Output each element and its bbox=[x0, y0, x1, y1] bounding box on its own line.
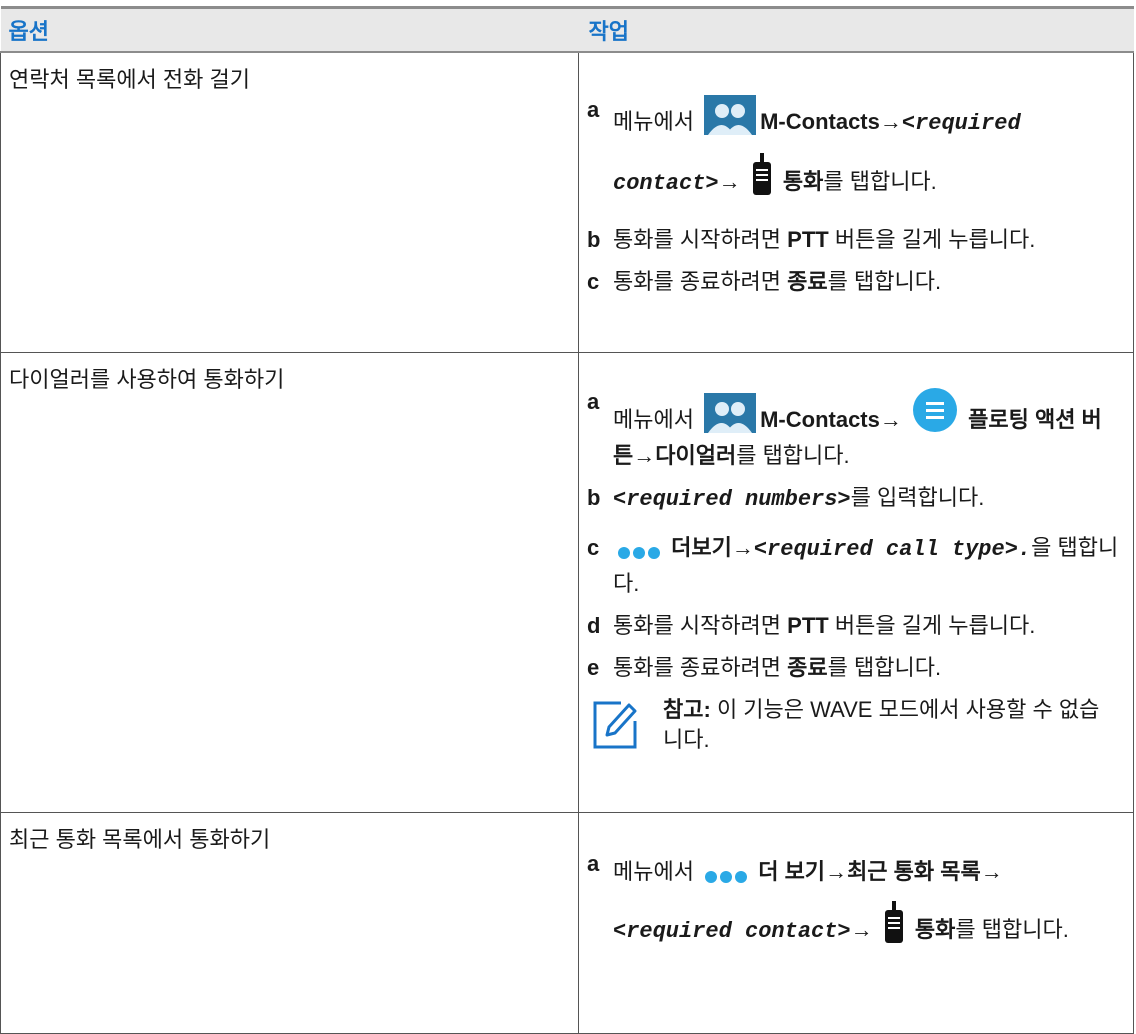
step-d: d 통화를 시작하려면 PTT 버튼을 길게 누릅니다. bbox=[587, 612, 1036, 638]
step-b: b 통화를 시작하려면 PTT 버튼을 길게 누릅니다. bbox=[587, 227, 1036, 252]
step-b: b <required numbers>를 입력합니다. bbox=[587, 484, 985, 512]
note-pencil-icon bbox=[593, 701, 637, 748]
column-header-action: 작업 bbox=[578, 7, 1134, 53]
table-header-row: 옵션 작업 bbox=[0, 7, 1134, 53]
option-cell: 최근 통화 목록에서 통화하기 bbox=[0, 811, 579, 1034]
step-e: e 통화를 종료하려면 종료를 탭합니다. bbox=[587, 654, 942, 680]
step-a: a 메뉴에서 M-Contacts→ 플로팅 액션 버튼→다이얼러를 탭합니다. bbox=[587, 387, 1102, 468]
step-letter: a bbox=[587, 97, 600, 122]
step-c: c 통화를 종료하려면 종료를 탭합니다. bbox=[587, 269, 942, 294]
table-row: 다이얼러를 사용하여 통화하기 a 메뉴에서 M-Contacts→ 플로팅 액… bbox=[0, 351, 1134, 813]
option-cell: 다이얼러를 사용하여 통화하기 bbox=[0, 351, 579, 813]
note-block: 참고: 이 기능은 WAVE 모드에서 사용할 수 없습니다. bbox=[587, 695, 1119, 755]
options-table: 옵션 작업 연락처 목록에서 전화 걸기 a 메뉴에서 M-Contacts→<… bbox=[0, 6, 1134, 1034]
more-dots-icon bbox=[617, 539, 661, 569]
more-dots-icon bbox=[704, 855, 748, 901]
action-cell: a 메뉴에서 더 보기→최근 통화 목록→ <required contact>… bbox=[578, 811, 1134, 1034]
column-header-option: 옵션 bbox=[0, 7, 579, 53]
step-a: a 메뉴에서 더 보기→최근 통화 목록→ <required contact>… bbox=[587, 849, 1119, 959]
step-a: a 메뉴에서 M-Contacts→<required contact>→ 통화… bbox=[587, 95, 1119, 213]
radio-call-icon bbox=[883, 900, 905, 959]
contacts-app-icon bbox=[704, 392, 757, 441]
table-row: 최근 통화 목록에서 통화하기 a 메뉴에서 더 보기→최근 통화 목록→ <r… bbox=[0, 811, 1134, 1034]
action-cell: a 메뉴에서 M-Contacts→<required contact>→ 통화… bbox=[578, 51, 1134, 353]
option-cell: 연락처 목록에서 전화 걸기 bbox=[0, 51, 579, 353]
radio-call-icon bbox=[751, 153, 773, 213]
contacts-app-icon bbox=[704, 95, 757, 153]
floating-action-menu-icon bbox=[912, 387, 958, 441]
step-c: c 더보기→<required call type>.을 탭합니다. bbox=[587, 534, 1119, 596]
step-text: 메뉴에서 M-Contacts→<required contact>→ 통화를 … bbox=[613, 95, 1119, 213]
table-row: 연락처 목록에서 전화 걸기 a 메뉴에서 M-Contacts→<requir… bbox=[0, 51, 1134, 353]
action-cell: a 메뉴에서 M-Contacts→ 플로팅 액션 버튼→다이얼러를 탭합니다.… bbox=[578, 351, 1134, 813]
